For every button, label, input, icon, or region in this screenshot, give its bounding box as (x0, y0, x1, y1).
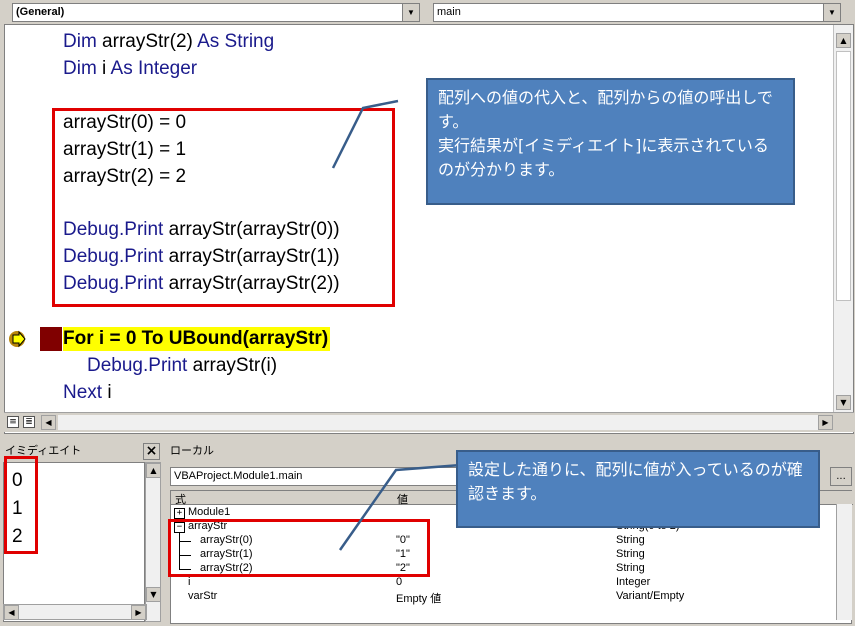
scroll-right-icon[interactable]: ▶ (818, 415, 833, 430)
code-text: arrayStr(i) (187, 355, 278, 376)
close-icon[interactable]: × (143, 443, 160, 460)
code-text: i (102, 382, 112, 403)
scroll-up-icon[interactable]: ▲ (146, 463, 161, 478)
code-text: i (96, 58, 111, 79)
callout-top: 配列への値の代入と、配列からの値の呼出しです。 実行結果が[イミディエイト]に表… (426, 78, 795, 205)
horizontal-track[interactable] (58, 415, 818, 430)
locals-row-value[interactable]: Empty 値 (396, 590, 441, 606)
immediate-scrollbar[interactable]: ▲ ▼ (145, 462, 161, 622)
keyword: As Integer (110, 58, 198, 79)
keyword: Dim (63, 31, 97, 52)
scroll-down-icon[interactable]: ▼ (836, 395, 851, 410)
keyword: Debug.Print (87, 355, 188, 376)
locals-row-type: String (616, 548, 645, 560)
header-expression[interactable]: 式 (175, 491, 186, 507)
code-line-dim-i[interactable]: Dim i As Integer (63, 57, 197, 81)
locals-row-type: Integer (616, 576, 651, 588)
locals-row-expr[interactable]: i (188, 576, 190, 588)
procedure-combo-value: main (437, 6, 461, 18)
keyword: As String (197, 31, 275, 52)
locals-call-stack-button[interactable]: ... (830, 467, 852, 486)
locals-context-text: VBAProject.Module1.main (174, 470, 303, 482)
full-module-view-icon[interactable]: ≣ (23, 416, 35, 428)
scroll-left-icon[interactable]: ◀ (4, 605, 19, 620)
scroll-thumb[interactable] (836, 51, 851, 301)
locals-vertical-scrollbar[interactable] (836, 504, 852, 620)
callout-bottom: 設定した通りに、配列に値が入っているのが確認きます。 (456, 450, 820, 528)
locals-row-expr[interactable]: varStr (188, 590, 217, 602)
immediate-hscroll[interactable]: ◀ ▶ (3, 604, 147, 620)
code-text: arrayStr(2) (96, 31, 198, 52)
code-line-next[interactable]: Next i (63, 381, 112, 405)
procedure-combo[interactable]: main ▼ (433, 3, 841, 22)
scroll-right-icon[interactable]: ▶ (131, 605, 146, 620)
code-line-dim-array[interactable]: Dim arrayStr(2) As String (63, 30, 274, 54)
margin-indicator-bar[interactable] (5, 25, 33, 411)
scroll-down-icon[interactable]: ▼ (146, 587, 161, 602)
highlight-box-immediate (4, 456, 38, 554)
object-combo-value: (General) (16, 6, 65, 18)
keyword: Next (63, 382, 103, 403)
locals-row-type: Variant/Empty (616, 590, 685, 602)
keyword: Dim (63, 58, 97, 79)
chevron-down-icon[interactable]: ▼ (402, 4, 419, 21)
code-vertical-scrollbar[interactable]: ▲ ▼ (833, 25, 853, 412)
chevron-down-icon[interactable]: ▼ (823, 4, 840, 21)
expand-icon[interactable]: + (174, 508, 185, 519)
scroll-up-icon[interactable]: ▲ (836, 33, 851, 48)
code-horizontal-scrollbar[interactable]: ≡ ≣ ◀ ▶ (4, 412, 854, 432)
locals-row-type: String (616, 562, 645, 574)
code-line-for-current[interactable]: For i = 0 To UBound(arrayStr) (63, 327, 331, 351)
scroll-left-icon[interactable]: ◀ (41, 415, 56, 430)
callout-pointer (331, 99, 399, 169)
locals-row-expr[interactable]: Module1 (188, 506, 230, 518)
locals-title: ローカル (170, 444, 214, 457)
breakpoint-marker[interactable] (40, 327, 62, 351)
procedure-view-icon[interactable]: ≡ (7, 416, 19, 428)
callout-pointer (338, 463, 462, 551)
code-line-loop-body[interactable]: Debug.Print arrayStr(i) (87, 354, 277, 378)
object-combo[interactable]: (General) ▼ (12, 3, 420, 22)
locals-row-type: String (616, 534, 645, 546)
locals-row-value[interactable]: 0 (396, 576, 402, 588)
execution-pointer-icon[interactable] (8, 330, 28, 348)
